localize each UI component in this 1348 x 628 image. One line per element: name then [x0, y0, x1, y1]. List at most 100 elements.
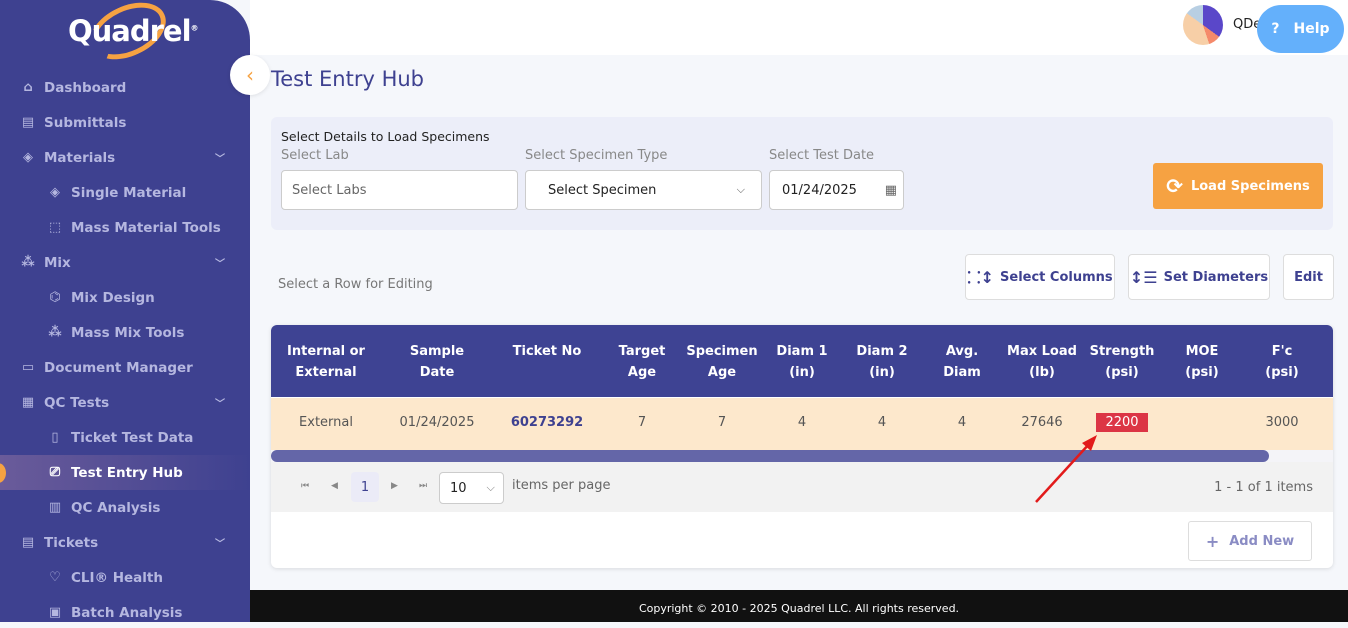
column-header[interactable]: F'c (psi)	[1242, 341, 1322, 383]
edit-hint: Select a Row for Editing	[278, 277, 433, 292]
column-header[interactable]: Avg. Diam	[922, 341, 1002, 383]
lab-select[interactable]: Select Labs	[281, 170, 518, 210]
specimen-type-value: Select Specimen	[548, 182, 657, 198]
sidebar-item-label: QC Analysis	[71, 499, 161, 516]
column-header[interactable]: MOE (psi)	[1162, 341, 1242, 383]
sidebar-item-mass-material-tools[interactable]: ⬚ Mass Material Tools	[0, 210, 250, 245]
sidebar-item-materials[interactable]: ◈ Materials ﹀	[0, 140, 250, 175]
add-new-button[interactable]: + Add New	[1188, 521, 1312, 561]
table-cell: 4	[957, 415, 967, 430]
sidebar-item-label: Submittals	[44, 114, 127, 131]
horizontal-scrollbar[interactable]	[271, 450, 1333, 462]
sidebar-item-document-manager[interactable]: ▭ Document Manager	[0, 350, 250, 385]
sidebar-item-label: Test Entry Hub	[71, 464, 183, 481]
sidebar-item-label: Materials	[44, 149, 116, 166]
sidebar-item-label: QC Tests	[44, 394, 110, 411]
quadrel-logo[interactable]: Quadrel®	[68, 0, 199, 71]
sidebar-item-ticket-test-data[interactable]: ▯ Ticket Test Data	[0, 420, 250, 455]
sidebar-item-qc-tests[interactable]: ▦ QC Tests ﹀	[0, 385, 250, 420]
chevron-down-icon[interactable]: ﹀	[215, 150, 225, 165]
layers-icon: ◈	[50, 185, 60, 200]
column-header[interactable]: Sample Date	[397, 341, 477, 383]
add-new-label: Add New	[1229, 533, 1295, 549]
column-header[interactable]: Internal or External	[286, 341, 366, 383]
chevron-down-icon[interactable]: ﹀	[215, 255, 225, 270]
sidebar-item-single-material[interactable]: ◈ Single Material	[0, 175, 250, 210]
sidebar-item-cli-health[interactable]: ♡ CLI® Health	[0, 560, 250, 595]
table-cell: External	[299, 415, 353, 430]
column-header[interactable]: Diam 2 (in)	[842, 341, 922, 383]
strength-alert-badge: 2200	[1096, 413, 1148, 432]
health-icon: ♡	[49, 570, 61, 585]
sidebar-item-label: Batch Analysis	[71, 604, 183, 621]
pager: ⏮ ◀ 1 ▶ ⏭ 10 ⌵ items per page 1 - 1 of 1 …	[271, 462, 1333, 512]
last-page-icon[interactable]: ⏭	[419, 481, 427, 491]
filter-title: Select Details to Load Specimens	[281, 129, 490, 144]
sidebar-item-label: CLI® Health	[71, 569, 163, 586]
mix-design-icon: ⌬	[49, 290, 61, 305]
footer: Copyright © 2010 - 2025 Quadrel LLC. All…	[250, 590, 1348, 622]
load-specimens-label: Load Specimens	[1190, 178, 1310, 194]
page-size-select[interactable]: 10 ⌵	[439, 472, 504, 504]
set-diameters-button[interactable]: ↕☰ Set Diameters	[1128, 254, 1270, 300]
bar-chart-icon: ▥	[48, 500, 62, 515]
sidebar-item-dashboard[interactable]: ⌂ Dashboard	[0, 70, 250, 105]
specimen-table: Internal or External Sample Date Ticket No Ta…	[271, 325, 1333, 568]
avatar[interactable]	[1183, 5, 1223, 45]
sidebar: Quadrel® ⌂ Dashboard ▤ Submittals ◈ Materials…	[0, 0, 250, 622]
select-columns-button[interactable]: ⸬↕ Select Columns	[965, 254, 1115, 300]
column-header[interactable]: Max Load (lb)	[1002, 341, 1082, 383]
column-header[interactable]: Ticket No	[507, 341, 587, 362]
table-cell: 7	[717, 415, 727, 430]
sidebar-item-label: Mix	[44, 254, 71, 271]
table-cell: 01/24/2025	[399, 415, 475, 430]
column-header[interactable]: Diam 1 (in)	[762, 341, 842, 383]
sidebar-item-test-entry-hub[interactable]: ⎚ Test Entry Hub	[0, 455, 250, 490]
sidebar-item-qc-analysis[interactable]: ▥ QC Analysis	[0, 490, 250, 525]
nodes-icon: ⁂	[48, 325, 62, 340]
scrollbar-thumb[interactable]	[271, 450, 1269, 462]
sidebar-item-batch-analysis[interactable]: ▣ Batch Analysis	[0, 595, 250, 622]
chevron-down-icon[interactable]: ﹀	[215, 395, 225, 410]
chevron-down-icon[interactable]: ﹀	[215, 535, 225, 550]
line-height-icon: ↕☰	[1129, 267, 1158, 287]
sidebar-item-mix-design[interactable]: ⌬ Mix Design	[0, 280, 250, 315]
calendar-icon[interactable]: ▦	[885, 183, 897, 198]
edit-button[interactable]: Edit	[1283, 254, 1334, 300]
page-1-button[interactable]: 1	[351, 472, 379, 502]
column-header[interactable]: Strength (psi)	[1082, 341, 1162, 383]
column-header[interactable]: Target Age	[602, 341, 682, 383]
sidebar-item-mass-mix-tools[interactable]: ⁂ Mass Mix Tools	[0, 315, 250, 350]
next-page-icon[interactable]: ▶	[391, 481, 398, 491]
table-cell: 7	[637, 415, 647, 430]
collapse-sidebar-button[interactable]: ‹	[230, 55, 270, 95]
column-header[interactable]: Specimen Age	[682, 341, 762, 383]
table-cell: 27646	[1021, 415, 1063, 430]
sidebar-item-tickets[interactable]: ▤ Tickets ﹀	[0, 525, 250, 560]
chevron-down-icon: ⌵	[736, 183, 745, 196]
sidebar-item-label: Mass Mix Tools	[71, 324, 185, 341]
sidebar-nav: ⌂ Dashboard ▤ Submittals ◈ Materials ﹀ ◈ Single …	[0, 70, 250, 622]
sidebar-item-label: Single Material	[71, 184, 187, 201]
set-diameters-label: Set Diameters	[1163, 269, 1269, 285]
plus-icon: +	[1205, 531, 1220, 551]
specimen-type-select[interactable]: Select Specimen ⌵	[525, 170, 762, 210]
table-row[interactable]: External 01/24/2025 60273292 7 7 4 4 4 27646 2200…	[271, 398, 1333, 450]
filter-panel: Select Details to Load Specimens Select …	[271, 117, 1333, 230]
sidebar-item-label: Mix Design	[71, 289, 155, 306]
refresh-icon: ⟳	[1166, 174, 1183, 198]
first-page-icon[interactable]: ⏮	[301, 481, 309, 491]
sidebar-item-label: Ticket Test Data	[71, 429, 194, 446]
test-date-input[interactable]: 01/24/2025 ▦	[769, 170, 904, 210]
table-cell: 3000	[1265, 415, 1299, 430]
table-cell[interactable]: 60273292	[507, 415, 587, 430]
sidebar-item-submittals[interactable]: ▤ Submittals	[0, 105, 250, 140]
pager-summary: 1 - 1 of 1 items	[1214, 480, 1313, 495]
help-label: Help	[1293, 21, 1330, 37]
sidebar-item-mix[interactable]: ⁂ Mix ﹀	[0, 245, 250, 280]
prev-page-icon[interactable]: ◀	[331, 481, 338, 491]
load-specimens-button[interactable]: ⟳ Load Specimens	[1153, 163, 1323, 209]
page-title: Test Entry Hub	[271, 67, 425, 91]
items-per-page-label: items per page	[512, 478, 611, 493]
help-button[interactable]: ? Help	[1257, 5, 1344, 53]
